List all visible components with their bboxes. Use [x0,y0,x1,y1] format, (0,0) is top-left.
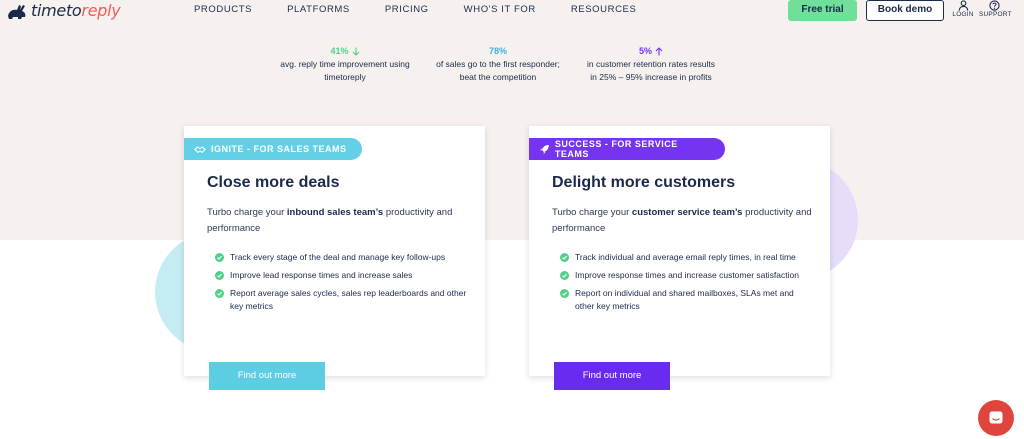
login-link[interactable]: LOGIN [948,0,978,18]
sales-feature-list: Track every stage of the deal and manage… [215,251,467,318]
stat-text-line2: beat the competition [459,72,537,82]
handshake-icon [194,145,206,153]
logo-text-part1: timeto [31,1,82,20]
service-find-out-more-button[interactable]: Find out more [554,362,670,390]
list-item-text: Track individual and average email reply… [575,252,796,262]
check-circle-icon [215,289,224,298]
list-item: Report on individual and shared mailboxe… [560,287,812,313]
support-label: SUPPORT [979,11,1012,18]
logo[interactable]: timetoreply [6,1,121,20]
free-trial-button[interactable]: Free trial [788,0,857,21]
list-item-text: Improve lead response times and increase… [230,270,413,280]
nav-whos-it-for[interactable]: WHO'S IT FOR [464,4,536,15]
list-item-text: Improve response times and increase cust… [575,270,799,280]
login-label: LOGIN [952,11,974,18]
list-item: Improve lead response times and increase… [215,269,467,282]
arrow-up-icon [655,46,663,55]
stat-first-responder: 78% of sales go to the first responder; … [418,46,578,84]
sales-tag: IGNITE - FOR SALES TEAMS [184,138,362,160]
nav-platforms[interactable]: PLATFORMS [287,4,350,15]
list-item-text: Track every stage of the deal and manage… [230,252,446,262]
list-item-text: Report average sales cycles, sales rep l… [230,288,467,311]
list-item: Report average sales cycles, sales rep l… [215,287,467,313]
sales-tag-label: IGNITE - FOR SALES TEAMS [211,144,347,154]
chat-icon [989,411,1003,424]
stat-reply-time: 41% avg. reply time improvement using ti… [265,46,425,84]
stat-value: 41% [330,46,349,56]
service-card-title: Delight more customers [552,174,736,191]
check-circle-icon [560,289,569,298]
service-tag-label: SUCCESS - FOR SERVICE TEAMS [554,139,678,159]
site-header: timetoreply PRODUCTS PLATFORMS PRICING W… [0,0,1024,22]
check-circle-icon [215,271,224,280]
stat-text-line1: avg. reply time improvement using [280,59,410,69]
nav-products[interactable]: PRODUCTS [194,4,252,15]
check-circle-icon [560,271,569,280]
stat-text-line2: timetoreply [324,72,366,82]
list-item: Track every stage of the deal and manage… [215,251,467,264]
question-icon [988,0,1000,11]
chat-launcher-button[interactable] [978,400,1014,436]
list-item: Improve response times and increase cust… [560,269,812,282]
service-card-description: Turbo charge your customer service team’… [552,207,812,234]
stat-text-line1: of sales go to the first responder; [436,59,560,69]
support-link[interactable]: SUPPORT [979,0,1012,18]
stat-value: 78% [488,46,507,56]
arrow-down-icon [352,47,359,56]
service-tag: SUCCESS - FOR SERVICE TEAMS [529,138,725,160]
list-item: Track individual and average email reply… [560,251,812,264]
nav-resources[interactable]: RESOURCES [571,4,637,15]
stat-retention: 5% in customer retention rates results i… [571,46,731,84]
sales-card-title: Close more deals [207,174,340,191]
list-item-text: Report on individual and shared mailboxe… [575,288,794,311]
nav-pricing[interactable]: PRICING [385,4,429,15]
hero-background [0,0,1024,240]
rocket-icon [539,144,549,154]
book-demo-button[interactable]: Book demo [866,0,944,21]
sales-find-out-more-button[interactable]: Find out more [209,362,325,390]
service-feature-list: Track individual and average email reply… [560,251,812,318]
check-circle-icon [215,253,224,262]
sales-card-description: Turbo charge your inbound sales team’s p… [207,207,453,234]
sales-teams-card: IGNITE - FOR SALES TEAMS Close more deal… [184,126,485,390]
check-circle-icon [560,253,569,262]
logo-text-part2: reply [81,1,121,20]
user-icon [958,0,968,11]
rabbit-logo-icon [8,4,26,19]
stat-text-line1: in customer retention rates results [586,59,716,69]
service-teams-card: SUCCESS - FOR SERVICE TEAMS Delight more… [529,126,830,390]
stat-text-line2: in 25% – 95% increase in profits [590,72,712,82]
main-nav: PRODUCTS PLATFORMS PRICING WHO'S IT FOR … [194,4,671,15]
stat-value: 5% [638,46,652,56]
